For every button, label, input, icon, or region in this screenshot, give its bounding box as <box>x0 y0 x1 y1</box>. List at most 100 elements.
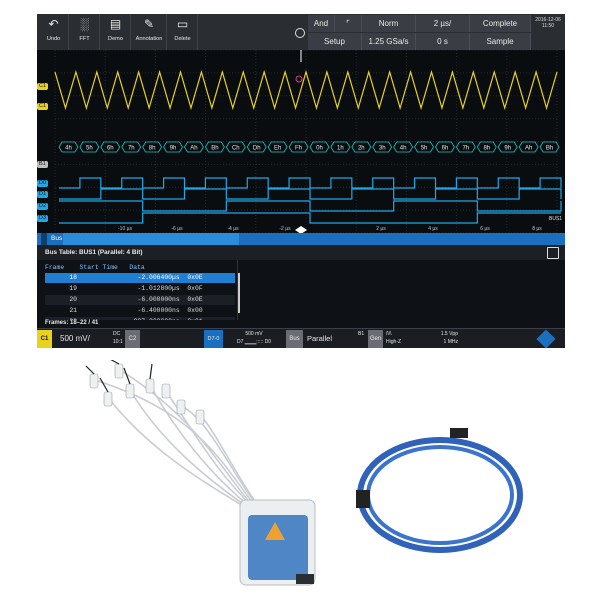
bus-type[interactable]: Parallel <box>307 330 359 348</box>
decode-value: Ah <box>525 146 532 152</box>
decode-value: Ch <box>232 146 240 152</box>
demo-button[interactable]: ▤ Demo <box>101 14 131 50</box>
decode-value: Fh <box>295 146 302 152</box>
decode-value: 8h <box>483 146 490 152</box>
decode-value: Dh <box>253 146 261 152</box>
digital-trace-d2 <box>59 200 562 212</box>
gen-button[interactable]: Gen <box>368 330 383 348</box>
digital-level: 500 mV <box>245 331 263 337</box>
digital-trace-d3 <box>59 212 561 224</box>
bus-table: Frame Start Time Data 18 -2.006400µs 0x0… <box>37 260 565 328</box>
annotation-button[interactable]: ✎ Annotation <box>132 14 167 50</box>
bus-button[interactable]: Bus <box>286 330 303 348</box>
frames-summary: Frames: 18–22 / 41 <box>45 320 99 326</box>
decode-value: 1h <box>337 146 344 152</box>
decode-value: 3h <box>379 146 386 152</box>
horizontal-position[interactable]: 0 s <box>416 33 470 50</box>
time-readout: 11:50 <box>541 23 555 29</box>
c2-button[interactable]: C2 <box>125 330 140 348</box>
b1-marker[interactable]: B1 <box>37 161 48 168</box>
trigger-position-marker <box>295 226 307 233</box>
decode-value: 7h <box>128 146 135 152</box>
decode-value: 6h <box>107 146 114 152</box>
table-row[interactable]: 19 -1.012800µs 0x0F <box>45 284 235 294</box>
timebase[interactable]: 2 µs/ <box>416 15 470 32</box>
logo-icon <box>536 329 556 348</box>
trigger-edge-icon[interactable]: ⌜ <box>335 15 362 32</box>
decode-value: 4h <box>65 146 72 152</box>
cable-connector-left <box>356 490 370 508</box>
time-tick-label: 6 µs <box>480 226 490 232</box>
c1-scale[interactable]: 500 mV/ <box>54 330 116 348</box>
decode-value: 6h <box>442 146 449 152</box>
undo-arrow-icon: ↶ <box>48 17 59 31</box>
time-tick-label: 2 µs <box>376 226 386 232</box>
cable-connector-right <box>450 428 468 438</box>
decode-value: Ah <box>190 146 197 152</box>
time-tick-label: -4 µs <box>227 226 239 232</box>
d7-label: D7 <box>236 339 244 345</box>
decode-value: 0h <box>316 146 323 152</box>
table-row[interactable]: 20 -6.000000ns 0x0E <box>45 295 235 305</box>
fft-icon: ░ <box>80 17 89 31</box>
undo-button[interactable]: ↶ Undo <box>39 14 69 50</box>
decode-value: Eh <box>274 146 281 152</box>
table-divider <box>237 260 238 328</box>
decode-value: 8h <box>149 146 156 152</box>
trash-icon: ▭ <box>176 17 189 31</box>
table-row[interactable]: 21 -6.400000ns 0x00 <box>45 306 235 316</box>
time-tick-label: -6 µs <box>171 226 183 232</box>
digital-settings[interactable]: 500 mV D7 ▁▁▁::::: D0 <box>225 330 283 348</box>
time-tick-label: 4 µs <box>428 226 438 232</box>
digital-button[interactable]: D7-0 <box>204 330 223 348</box>
bus-tab[interactable]: Bus <box>37 233 565 245</box>
delete-button[interactable]: ▭ Delete <box>168 14 198 50</box>
d0-marker[interactable]: D0 <box>37 180 49 187</box>
triangle-wave-icon: /\/\ <box>386 331 392 337</box>
c1-offset-marker[interactable]: C1 <box>37 83 49 90</box>
time-tick-label: 8 µs <box>532 226 542 232</box>
bus-id: B1 <box>358 331 365 337</box>
waveform-area: 4h 5h 6h 7h 8h 9h Ah Bh Ch Dh Eh Fh 0h 1h 2h 3h 4h 5h 6h 7h… <box>37 50 565 233</box>
time-tick-label: -2 µs <box>279 226 291 232</box>
demo-icon: ▤ <box>109 17 122 31</box>
c1-level-marker[interactable]: C1 <box>37 103 49 110</box>
d2-marker[interactable]: D2 <box>37 203 49 210</box>
table-row[interactable]: 18 -2.006400µs 0x0E <box>45 273 235 283</box>
bus-label: BUS1 <box>549 216 563 222</box>
decode-value: 9h <box>170 146 177 152</box>
d0-label: D0 <box>264 339 272 345</box>
time-tick-label: -10 µs <box>118 226 132 232</box>
bus-table-title: Bus Table: BUS1 (Parallel: 4 Bit) <box>45 249 143 256</box>
setup-button[interactable]: Setup <box>308 33 362 50</box>
oscilloscope-screen: ↶ Undo ░ FFT ▤ Demo ✎ Annotation ▭ Delet… <box>37 14 565 348</box>
acquisition-status: Complete <box>470 15 531 32</box>
decode-value: 5h <box>421 146 428 152</box>
probe-readout: 10:1 <box>113 339 123 345</box>
save-icon[interactable] <box>547 247 559 259</box>
decode-value: 2h <box>358 146 365 152</box>
gen-frequency: 1 MHz <box>443 339 458 345</box>
d1-marker[interactable]: D1 <box>37 191 49 198</box>
d3-marker[interactable]: D3 <box>37 215 49 222</box>
trigger-mode[interactable]: Norm <box>362 15 416 32</box>
pencil-icon: ✎ <box>143 17 155 31</box>
sample-rate: 1.25 GSa/s <box>362 33 416 50</box>
c1-button[interactable]: C1 <box>37 330 52 348</box>
gen-waveform[interactable]: /\/\ High-Z <box>386 330 416 348</box>
waveform-canvas: 4h 5h 6h 7h 8h 9h Ah Bh Ch Dh Eh Fh 0h 1h 2h 3h 4h 5h 6h 7h… <box>54 50 562 233</box>
gen-amplitude: 1.5 Vpp <box>440 331 458 337</box>
ribbon-cable <box>357 437 523 553</box>
decode-value: 7h <box>463 146 470 152</box>
decode-value: 5h <box>86 146 93 152</box>
bus-tab-active <box>63 233 239 245</box>
trigger-logic[interactable]: And <box>308 15 335 32</box>
fft-button[interactable]: ░ FFT <box>70 14 100 50</box>
acquisition-mode[interactable]: Sample <box>470 33 531 50</box>
tab-handle-icon <box>41 233 47 245</box>
coupling-readout: DC <box>113 331 121 337</box>
product-photo <box>85 360 523 586</box>
gen-mode: High-Z <box>386 339 402 345</box>
logic-probe-pod <box>239 499 316 586</box>
settings-gear-icon[interactable] <box>295 28 305 38</box>
